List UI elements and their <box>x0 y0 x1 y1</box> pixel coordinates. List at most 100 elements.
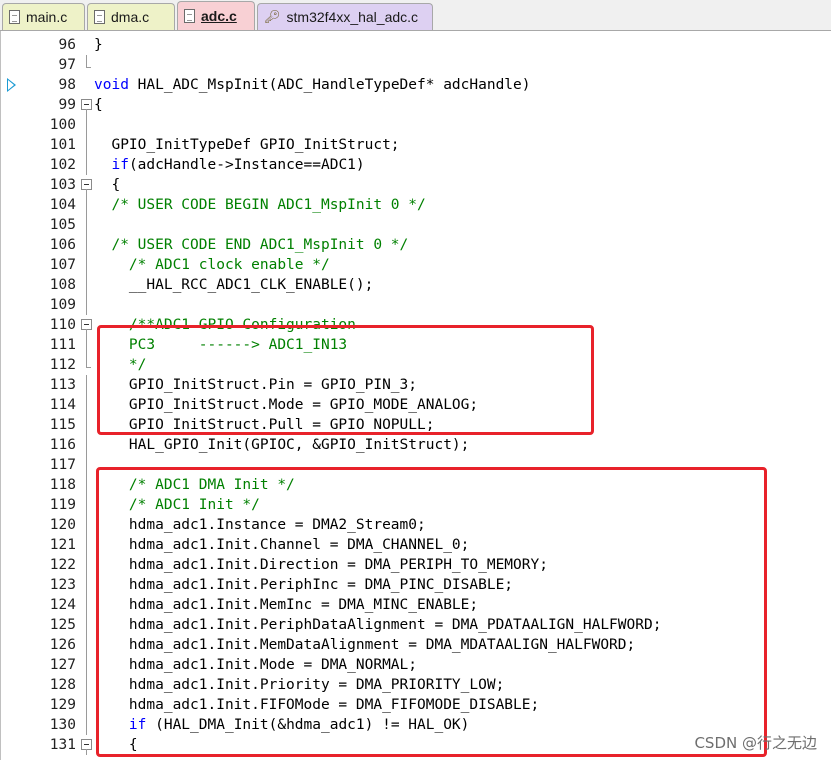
code-token: hdma_adc1.Init.PeriphDataAlignment = DMA… <box>94 617 662 633</box>
code-token: GPIO_InitStruct.Mode = GPIO_MODE_ANALOG; <box>94 397 479 413</box>
line-number: 115 <box>49 417 76 433</box>
code-line[interactable]: 127 hdma_adc1.Init.Mode = DMA_NORMAL; <box>1 655 831 675</box>
code-line[interactable]: 112 */ <box>1 355 831 375</box>
code-line[interactable]: 105 <box>1 215 831 235</box>
code-text: /* USER CODE BEGIN ADC1_MspInit 0 */ <box>94 195 426 215</box>
code-text: hdma_adc1.Init.MemDataAlignment = DMA_MD… <box>94 635 635 655</box>
fold-guide-line <box>81 135 92 155</box>
line-number: 125 <box>49 617 76 633</box>
fold-guide-line <box>81 375 92 395</box>
code-text: hdma_adc1.Init.FIFOMode = DMA_FIFOMODE_D… <box>94 695 539 715</box>
code-line[interactable]: 111 PC3 ------> ADC1_IN13 <box>1 335 831 355</box>
code-editor[interactable]: 96} 97 98 void HAL_ADC_MspInit(ADC_HandleTy… <box>0 31 831 760</box>
code-token: hdma_adc1.Init.MemInc = DMA_MINC_ENABLE; <box>94 597 479 613</box>
keyword-token: if <box>111 157 129 173</box>
fold-guide-line <box>81 535 92 555</box>
fold-collapse-icon[interactable] <box>81 315 92 335</box>
keyword-token: if <box>128 717 147 733</box>
code-line[interactable]: 110 /**ADC1 GPIO Configuration <box>1 315 831 335</box>
code-line[interactable]: 117 <box>1 455 831 475</box>
code-text: GPIO_InitTypeDef GPIO_InitStruct; <box>94 135 399 155</box>
code-line[interactable]: 123 hdma_adc1.Init.PeriphInc = DMA_PINC_… <box>1 575 831 595</box>
code-line[interactable]: 118 /* ADC1 DMA Init */ <box>1 475 831 495</box>
code-line[interactable]: 113 GPIO_InitStruct.Pin = GPIO_PIN_3; <box>1 375 831 395</box>
fold-guide-line <box>81 55 92 75</box>
fold-guide-line <box>81 395 92 415</box>
line-number: 116 <box>49 437 76 453</box>
code-text: { <box>94 175 120 195</box>
fold-guide-line <box>81 215 92 235</box>
code-line[interactable]: 97 <box>1 55 831 75</box>
fold-collapse-icon[interactable] <box>81 95 92 115</box>
fold-collapse-icon[interactable] <box>81 175 92 195</box>
code-line[interactable]: 119 /* ADC1 Init */ <box>1 495 831 515</box>
tab-label: stm32f4xx_hal_adc.c <box>286 9 419 25</box>
key-file-icon: 🔑︎ <box>264 9 281 24</box>
code-line[interactable]: 96} <box>1 35 831 55</box>
code-line[interactable]: 107 /* ADC1 clock enable */ <box>1 255 831 275</box>
line-number: 109 <box>49 297 76 313</box>
tab-main-c[interactable]: main.c <box>2 3 85 30</box>
code-text: /* ADC1 DMA Init */ <box>94 475 295 495</box>
code-line[interactable]: 121 hdma_adc1.Init.Channel = DMA_CHANNEL… <box>1 535 831 555</box>
code-line[interactable]: 129 hdma_adc1.Init.FIFOMode = DMA_FIFOMO… <box>1 695 831 715</box>
line-number: 121 <box>49 537 76 553</box>
code-line[interactable]: 126 hdma_adc1.Init.MemDataAlignment = DM… <box>1 635 831 655</box>
fold-guide-line <box>81 715 92 735</box>
code-line[interactable]: 99 { <box>1 95 831 115</box>
fold-guide-line <box>81 655 92 675</box>
fold-guide-line <box>81 495 92 515</box>
comment-token: */ <box>94 357 147 373</box>
comment-token: /* ADC1 DMA Init */ <box>94 477 295 493</box>
code-line[interactable]: 120 hdma_adc1.Instance = DMA2_Stream0; <box>1 515 831 535</box>
comment-token: /* USER CODE BEGIN ADC1_MspInit 0 */ <box>94 197 426 213</box>
line-number: 118 <box>49 477 76 493</box>
fold-guide-line <box>81 255 92 275</box>
c-file-icon <box>94 10 105 24</box>
line-number: 103 <box>49 177 76 193</box>
code-text: hdma_adc1.Init.Mode = DMA_NORMAL; <box>94 655 417 675</box>
code-line[interactable]: 106 /* USER CODE END ADC1_MspInit 0 */ <box>1 235 831 255</box>
line-number: 99 <box>58 97 76 113</box>
code-text: { <box>94 95 103 115</box>
line-number: 128 <box>49 677 76 693</box>
tab-stm32f4xx-hal-adc-c[interactable]: 🔑︎ stm32f4xx_hal_adc.c <box>257 3 433 30</box>
fold-guide-line <box>81 615 92 635</box>
fold-guide-line <box>81 455 92 475</box>
line-number: 130 <box>49 717 76 733</box>
fold-guide-line <box>81 235 92 255</box>
code-line[interactable]: 108 __HAL_RCC_ADC1_CLK_ENABLE(); <box>1 275 831 295</box>
fold-guide-line <box>81 195 92 215</box>
code-line[interactable]: 104 /* USER CODE BEGIN ADC1_MspInit 0 */ <box>1 195 831 215</box>
code-text: hdma_adc1.Init.Channel = DMA_CHANNEL_0; <box>94 535 469 555</box>
code-line[interactable]: 98 void HAL_ADC_MspInit(ADC_HandleTypeDef… <box>1 75 831 95</box>
code-token: hdma_adc1.Init.Priority = DMA_PRIORITY_L… <box>94 677 505 693</box>
code-text: if(adcHandle->Instance==ADC1) <box>94 155 364 175</box>
code-token: HAL_ADC_MspInit(ADC_HandleTypeDef* adcHa… <box>128 77 531 93</box>
code-line[interactable]: 125 hdma_adc1.Init.PeriphDataAlignment =… <box>1 615 831 635</box>
code-token: hdma_adc1.Init.Channel = DMA_CHANNEL_0; <box>94 537 470 553</box>
code-line[interactable]: 128 hdma_adc1.Init.Priority = DMA_PRIORI… <box>1 675 831 695</box>
code-line[interactable]: 109 <box>1 295 831 315</box>
code-token: GPIO_InitStruct.Pull = GPIO_NOPULL; <box>94 417 435 433</box>
code-line[interactable]: 116 HAL_GPIO_Init(GPIOC, &GPIO_InitStruc… <box>1 435 831 455</box>
tab-adc-c[interactable]: adc.c <box>177 1 255 30</box>
code-token: { <box>94 97 103 113</box>
code-token: hdma_adc1.Init.FIFOMode = DMA_FIFOMODE_D… <box>94 697 540 713</box>
code-line[interactable]: 100 <box>1 115 831 135</box>
code-line[interactable]: 103 { <box>1 175 831 195</box>
code-line[interactable]: 114 GPIO_InitStruct.Mode = GPIO_MODE_ANA… <box>1 395 831 415</box>
fold-guide-line <box>81 275 92 295</box>
code-line[interactable]: 101 GPIO_InitTypeDef GPIO_InitStruct; <box>1 135 831 155</box>
code-line[interactable]: 102 if(adcHandle->Instance==ADC1) <box>1 155 831 175</box>
line-number: 119 <box>49 497 76 513</box>
fold-collapse-icon[interactable] <box>81 735 92 755</box>
tab-dma-c[interactable]: dma.c <box>87 3 175 30</box>
fold-guide-line <box>81 635 92 655</box>
code-line[interactable]: 115 GPIO_InitStruct.Pull = GPIO_NOPULL; <box>1 415 831 435</box>
code-line[interactable]: 124 hdma_adc1.Init.MemInc = DMA_MINC_ENA… <box>1 595 831 615</box>
code-token: hdma_adc1.Init.PeriphInc = DMA_PINC_DISA… <box>94 577 514 593</box>
code-line[interactable]: 122 hdma_adc1.Init.Direction = DMA_PERIP… <box>1 555 831 575</box>
line-number: 124 <box>49 597 76 613</box>
